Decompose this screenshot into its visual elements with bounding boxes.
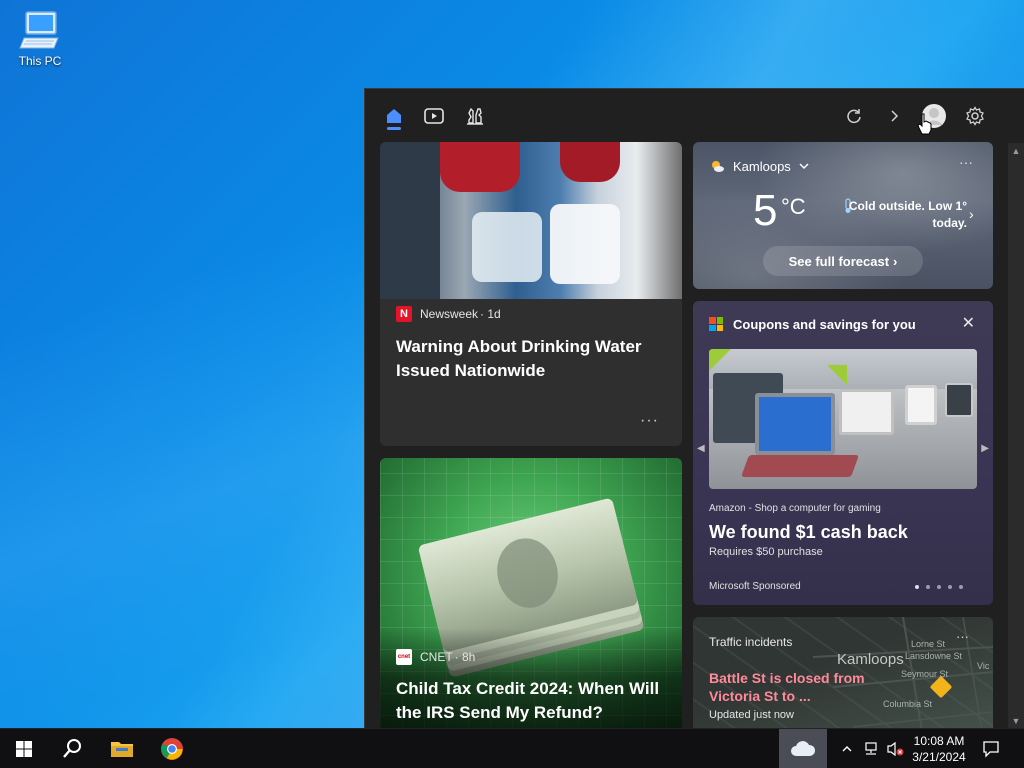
carousel-prev-icon[interactable]: ◀ <box>697 443 705 454</box>
weather-card[interactable]: Kamloops ··· 5 °C Cold outside. Low 1° t… <box>693 142 993 289</box>
pager-dot[interactable] <box>959 585 963 589</box>
scroll-up-icon[interactable]: ▲ <box>1008 143 1024 159</box>
coupons-title: Coupons and savings for you <box>733 317 916 332</box>
widgets-header <box>365 89 1024 141</box>
chevron-right-icon <box>891 110 899 122</box>
chevron-right-icon: › <box>893 253 898 269</box>
carousel-next-icon[interactable]: ▶ <box>981 443 989 454</box>
chrome-icon <box>161 738 183 760</box>
partly-cloudy-icon <box>712 161 724 172</box>
widgets-panel: N Newsweek · 1d Warning About Drinking W… <box>364 88 1024 728</box>
newsweek-logo-icon: N <box>396 306 412 322</box>
forecast-button-label: See full forecast <box>788 253 890 269</box>
news-headline[interactable]: Child Tax Credit 2024: When Will the IRS… <box>396 677 676 725</box>
news-image <box>380 142 682 299</box>
volume-button[interactable] <box>884 729 906 768</box>
clock-time: 10:08 AM <box>913 734 965 748</box>
folder-icon <box>111 742 133 757</box>
show-hidden-icons-button[interactable] <box>838 729 856 768</box>
traffic-updated: Updated just now <box>709 709 794 721</box>
file-explorer-button[interactable] <box>98 729 146 768</box>
network-icon <box>865 742 877 755</box>
cloud-icon <box>791 741 816 756</box>
map-label: Lansdowne St <box>905 651 963 661</box>
tab-video[interactable] <box>419 101 449 131</box>
traffic-alert[interactable]: Battle St is closed from Victoria St to … <box>709 669 869 705</box>
gear-icon <box>966 106 984 126</box>
clock-date: 3/21/2024 <box>912 750 966 764</box>
desktop-icon-label: This PC <box>18 54 62 68</box>
map-label: Vic <box>977 661 990 671</box>
search-icon <box>63 739 81 758</box>
map-label: Lorne St <box>911 639 946 649</box>
news-source-row: cnet CNET · 8h <box>396 649 475 665</box>
home-icon <box>387 109 401 123</box>
chess-icon <box>467 107 483 125</box>
close-icon[interactable]: ✕ <box>962 313 975 333</box>
cnet-logo-icon: cnet <box>396 649 412 665</box>
windows-logo-icon <box>16 741 32 757</box>
weather-location-label: Kamloops <box>733 158 791 174</box>
coupons-card[interactable]: Coupons and savings for you ✕ ◀ ▶ Amazon… <box>693 301 993 605</box>
play-video-icon <box>424 108 444 124</box>
coupon-requirement: Requires $50 purchase <box>709 546 823 558</box>
traffic-title: Traffic incidents <box>709 635 793 649</box>
volume-muted-icon <box>887 741 904 757</box>
coupon-subtitle: Amazon - Shop a computer for gaming <box>709 503 881 514</box>
system-clock[interactable]: 10:08 AM 3/21/2024 <box>908 733 970 765</box>
hand-cursor-icon <box>917 113 932 135</box>
weather-more-button[interactable]: ··· <box>959 154 973 170</box>
weather-next-icon[interactable]: › <box>969 206 974 222</box>
traffic-card[interactable]: Lorne St Lansdowne St Seymour St Columbi… <box>693 617 993 728</box>
chevron-down-icon <box>799 163 809 170</box>
refresh-icon <box>847 109 861 124</box>
chrome-button[interactable] <box>148 729 196 768</box>
action-center-button[interactable] <box>976 729 1006 768</box>
pager-dot[interactable] <box>948 585 952 589</box>
map-label: Columbia St <box>883 699 933 709</box>
next-button[interactable] <box>879 101 909 131</box>
weather-note: Cold outside. Low 1° today. <box>848 199 967 230</box>
refresh-button[interactable] <box>839 101 869 131</box>
traffic-more-button[interactable]: ··· <box>956 629 969 644</box>
map-city-label: Kamloops <box>837 651 904 668</box>
scroll-down-icon[interactable]: ▼ <box>1008 713 1024 728</box>
pager-dot[interactable] <box>926 585 930 589</box>
tab-games[interactable] <box>460 101 490 131</box>
taskbar: 10:08 AM 3/21/2024 <box>0 728 1024 768</box>
notification-icon <box>983 741 999 758</box>
news-source: CNET <box>420 650 453 664</box>
laptops-image <box>709 349 977 489</box>
panel-scrollbar[interactable]: ▲ ▼ <box>1008 143 1024 728</box>
desktop-icon-this-pc[interactable]: This PC <box>12 8 68 68</box>
settings-button[interactable] <box>960 101 990 131</box>
widgets-button[interactable] <box>779 729 827 768</box>
see-full-forecast-button[interactable]: See full forecast › <box>763 246 923 276</box>
news-age: · 1d <box>480 307 501 321</box>
search-button[interactable] <box>48 729 96 768</box>
news-card[interactable]: cnet CNET · 8h Child Tax Credit 2024: Wh… <box>380 458 682 728</box>
weather-location[interactable]: Kamloops <box>709 158 809 174</box>
news-source: Newsweek <box>420 307 479 321</box>
computer-icon <box>19 11 59 49</box>
weather-unit: °C <box>781 194 806 219</box>
chevron-up-icon <box>842 746 852 752</box>
news-headline[interactable]: Warning About Drinking Water Issued Nati… <box>396 335 668 383</box>
pager-dot[interactable] <box>915 585 919 589</box>
pager-dot[interactable] <box>937 585 941 589</box>
active-tab-indicator <box>387 127 401 130</box>
news-more-button[interactable]: ··· <box>640 412 659 430</box>
news-age: · 8h <box>454 650 476 664</box>
network-button[interactable] <box>860 729 882 768</box>
news-card[interactable]: N Newsweek · 1d Warning About Drinking W… <box>380 142 682 446</box>
sponsor-label: Microsoft Sponsored <box>709 581 801 592</box>
start-button[interactable] <box>0 729 48 768</box>
carousel-pager[interactable] <box>915 585 963 589</box>
coupon-headline[interactable]: We found $1 cash back <box>709 522 908 543</box>
weather-temp: 5 <box>753 186 778 235</box>
news-source-row: N Newsweek · 1d <box>396 306 501 322</box>
microsoft-logo-icon <box>709 317 723 331</box>
